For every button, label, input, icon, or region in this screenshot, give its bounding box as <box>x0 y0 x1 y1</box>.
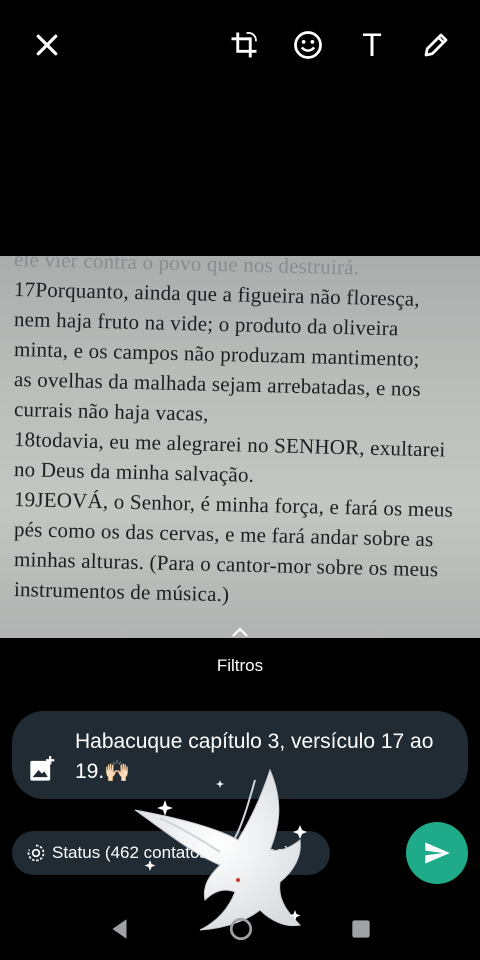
home-icon[interactable] <box>228 916 254 942</box>
chevron-up-icon[interactable] <box>228 624 252 640</box>
send-icon <box>425 842 450 864</box>
system-navigation-bar <box>0 900 480 960</box>
crop-rotate-icon <box>231 32 257 58</box>
text-icon: T <box>362 26 382 63</box>
recents-icon[interactable] <box>348 916 374 942</box>
close-icon <box>36 34 58 56</box>
send-button[interactable] <box>406 822 468 884</box>
crop-button[interactable] <box>224 25 264 65</box>
editor-toolbar: T <box>0 0 480 90</box>
close-button[interactable] <box>27 25 67 65</box>
add-photo-icon[interactable] <box>28 755 56 783</box>
photo-preview[interactable]: ele vier contra o povo que nos destruirá… <box>0 256 480 638</box>
filters-label[interactable]: Filtros <box>0 656 480 676</box>
bleed-through-text <box>0 596 480 622</box>
draw-button[interactable] <box>416 25 456 65</box>
emoji-button[interactable] <box>288 25 328 65</box>
photo-text: ele vier contra o povo que nos destruirá… <box>14 256 480 606</box>
back-icon[interactable] <box>107 916 133 942</box>
status-icon <box>27 844 45 862</box>
text-button[interactable]: T <box>352 25 392 65</box>
emoji-icon <box>294 31 322 59</box>
pencil-icon <box>424 33 448 57</box>
